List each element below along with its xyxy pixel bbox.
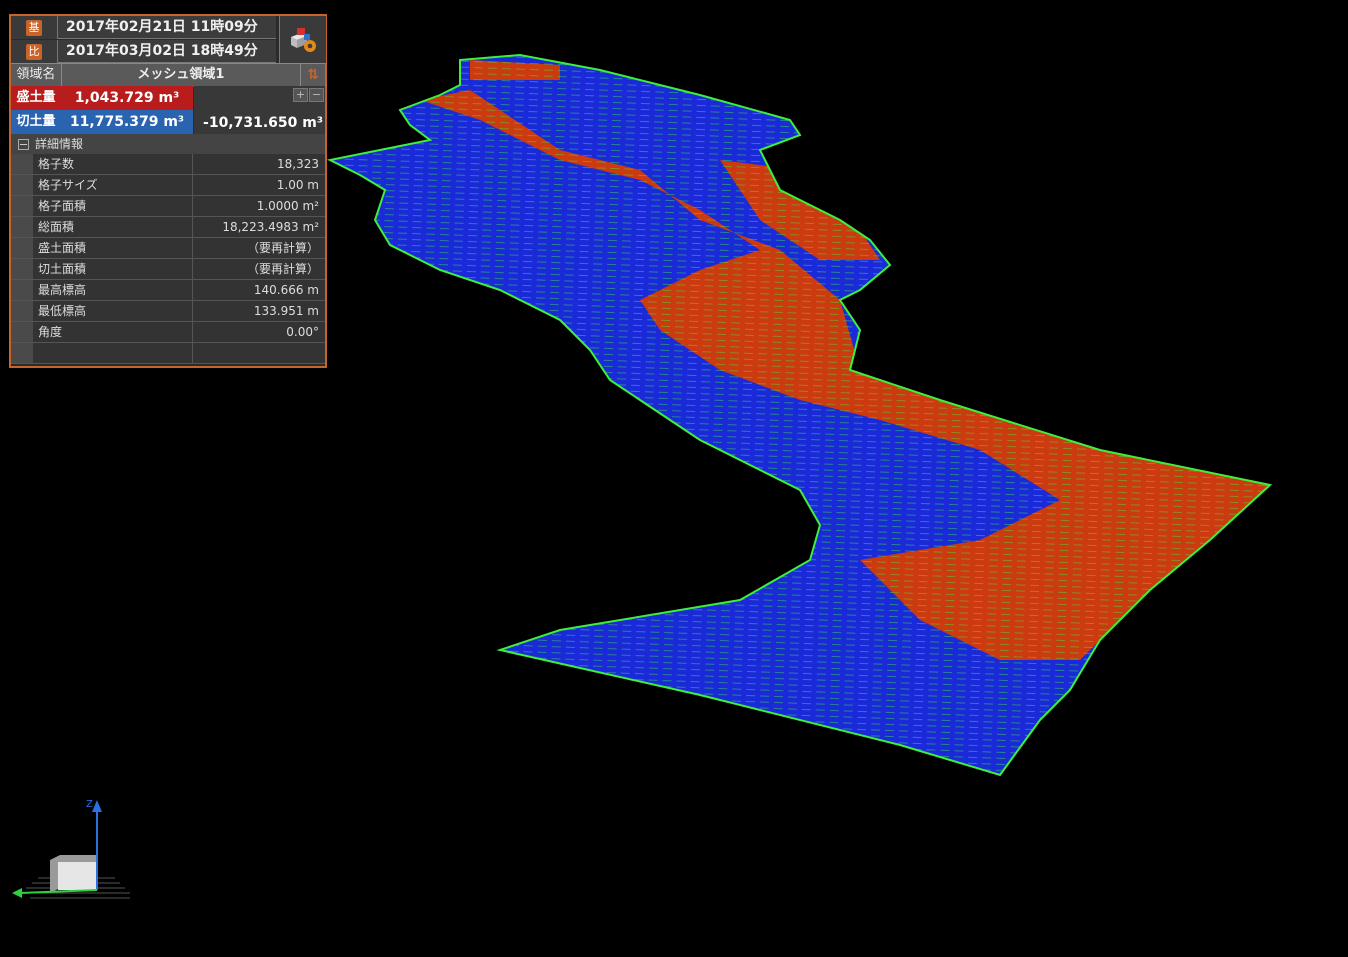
fill-value: 1,043.729 m³ — [61, 86, 193, 110]
volume-info-panel: 基 2017年02月21日 11時09分 比 2017年03月02日 18時49… — [9, 14, 327, 368]
detail-label: 格子面積 — [33, 196, 193, 216]
detail-value: （要再計算） — [193, 259, 325, 279]
detail-label: 切土面積 — [33, 259, 193, 279]
base-date[interactable]: 2017年02月21日 11時09分 — [58, 16, 276, 39]
blocks-gear-icon — [291, 27, 316, 52]
detail-value: 140.666 m — [193, 280, 325, 300]
collapse-icon[interactable] — [18, 139, 29, 150]
detail-label — [33, 343, 193, 363]
detail-value: 0.00° — [193, 322, 325, 342]
detail-label: 盛土面積 — [33, 238, 193, 258]
detail-row: 最低標高 133.951 m — [11, 301, 325, 322]
detail-value: 1.00 m — [193, 175, 325, 195]
cut-label: 切土量 — [11, 110, 61, 134]
mesh-surface — [330, 55, 1270, 775]
detail-value: 18,223.4983 m² — [193, 217, 325, 237]
row-gutter — [11, 280, 33, 300]
detail-row: 角度 0.00° — [11, 322, 325, 343]
row-gutter — [11, 238, 33, 258]
detail-row: 格子数 18,323 — [11, 154, 325, 175]
detail-label: 角度 — [33, 322, 193, 342]
detail-table: 格子数 18,323 格子サイズ 1.00 m 格子面積 1.0000 m² 総面積 18,2… — [11, 154, 325, 364]
compare-tag: 比 — [11, 40, 58, 63]
row-gutter — [11, 259, 33, 279]
detail-row: 総面積 18,223.4983 m² — [11, 217, 325, 238]
base-date-row: 基 2017年02月21日 11時09分 — [11, 16, 276, 39]
base-tag: 基 — [11, 16, 58, 39]
row-gutter — [11, 175, 33, 195]
region-label: 領域名 — [11, 64, 62, 87]
net-value: -10,731.650 m³ — [203, 115, 323, 131]
row-gutter — [11, 217, 33, 237]
fill-volume-row: 盛土量 1,043.729 m³ — [11, 86, 193, 110]
detail-row: 最高標高 140.666 m — [11, 280, 325, 301]
detail-label: 最低標高 — [33, 301, 193, 321]
net-volume-box: + − -10,731.650 m³ — [194, 86, 325, 134]
fill-label: 盛土量 — [11, 86, 61, 110]
compare-date-row: 比 2017年03月02日 18時49分 — [11, 40, 276, 63]
detail-value — [193, 343, 325, 363]
row-gutter — [11, 154, 33, 174]
detail-label: 最高標高 — [33, 280, 193, 300]
detail-label: 格子数 — [33, 154, 193, 174]
plus-icon[interactable]: + — [293, 88, 308, 102]
detail-value: 1.0000 m² — [193, 196, 325, 216]
axis-gizmo[interactable]: Z — [12, 799, 130, 899]
detail-value: 133.951 m — [193, 301, 325, 321]
detail-value: 18,323 — [193, 154, 325, 174]
cut-value: 11,775.379 m³ — [61, 110, 193, 134]
sort-icon[interactable]: ⇅ — [300, 64, 325, 87]
detail-header[interactable]: 詳細情報 — [11, 134, 325, 154]
minus-icon[interactable]: − — [309, 88, 324, 102]
region-row: 領域名 メッシュ領域1 ⇅ — [11, 63, 325, 87]
compare-date[interactable]: 2017年03月02日 18時49分 — [58, 40, 276, 63]
detail-row — [11, 343, 325, 364]
z-axis-label: Z — [86, 799, 93, 810]
cut-volume-row: 切土量 11,775.379 m³ — [11, 110, 193, 134]
row-gutter — [11, 301, 33, 321]
detail-row: 盛土面積 （要再計算） — [11, 238, 325, 259]
detail-label: 格子サイズ — [33, 175, 193, 195]
row-gutter — [11, 343, 33, 363]
detail-value: （要再計算） — [193, 238, 325, 258]
detail-row: 格子サイズ 1.00 m — [11, 175, 325, 196]
row-gutter — [11, 196, 33, 216]
detail-title: 詳細情報 — [35, 137, 84, 151]
detail-row: 切土面積 （要再計算） — [11, 259, 325, 280]
row-gutter — [11, 322, 33, 342]
detail-row: 格子面積 1.0000 m² — [11, 196, 325, 217]
detail-label: 総面積 — [33, 217, 193, 237]
region-name[interactable]: メッシュ領域1 — [62, 64, 300, 87]
settings-button[interactable] — [279, 16, 326, 63]
